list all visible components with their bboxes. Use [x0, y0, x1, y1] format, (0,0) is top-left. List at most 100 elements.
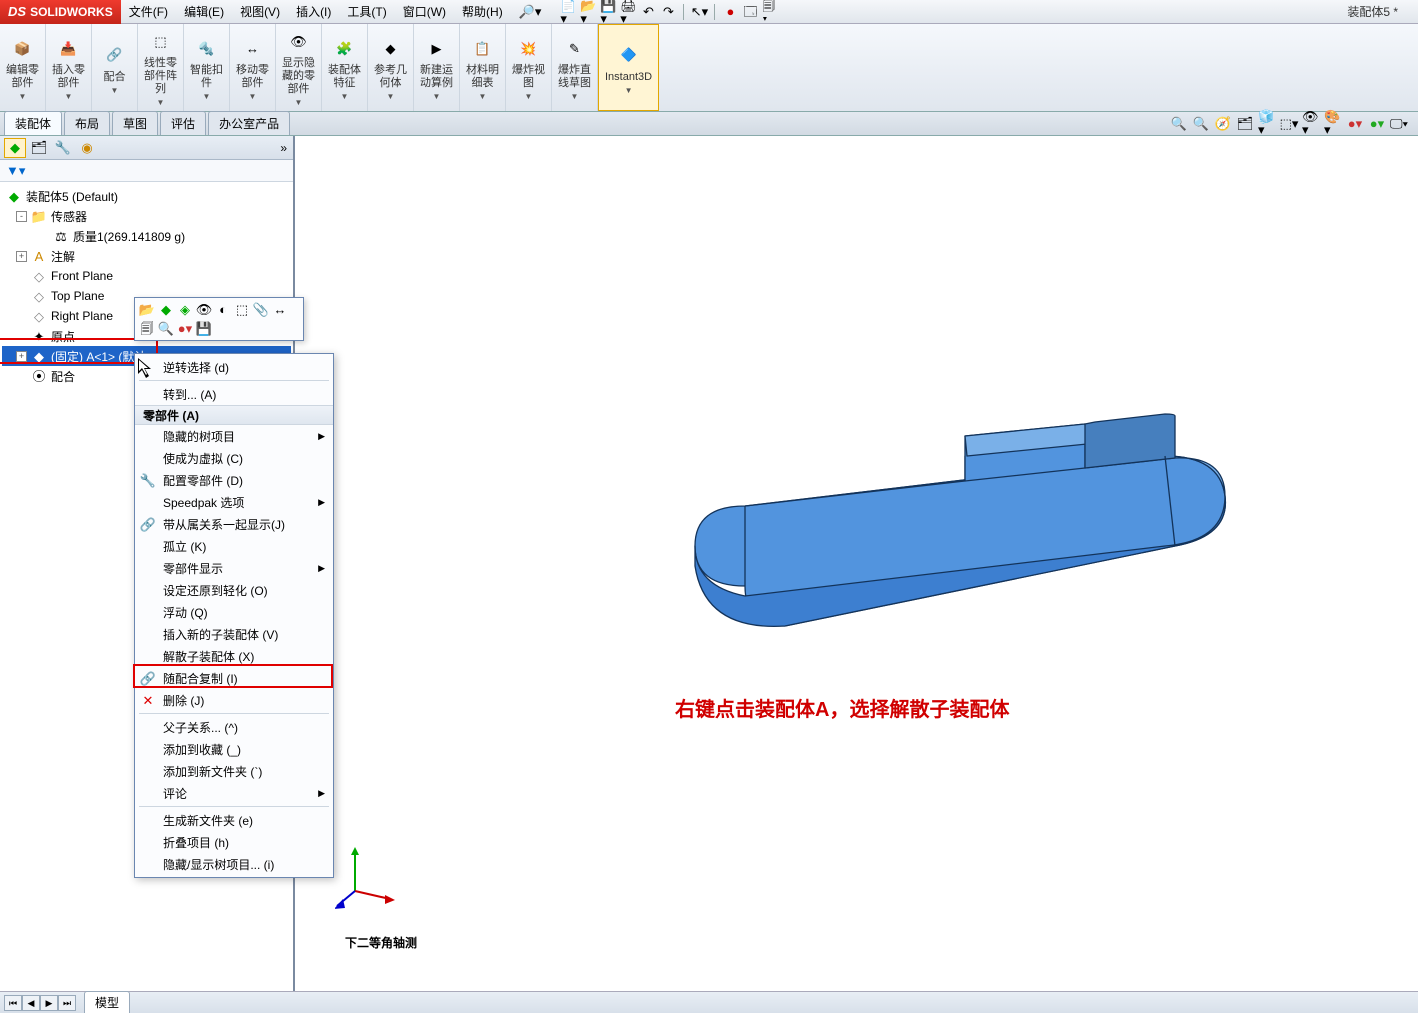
- ctx-appear-icon[interactable]: ●▾: [177, 320, 193, 336]
- delete-icon: ✕: [140, 692, 156, 708]
- ctx-goto[interactable]: 转到... (A): [135, 383, 333, 405]
- menu-tools[interactable]: 工具(T): [339, 0, 394, 24]
- tab-sketch[interactable]: 草图: [112, 111, 158, 135]
- ribbon-线性零部件阵列[interactable]: ⬚线性零 部件阵 列▼: [138, 24, 184, 111]
- tab-office[interactable]: 办公室产品: [208, 111, 290, 135]
- ctx-add-to-folder[interactable]: 添加到新文件夹 (`): [135, 760, 333, 782]
- tab-assembly[interactable]: 装配体: [4, 111, 62, 135]
- fm-config-icon[interactable]: 🔧: [52, 138, 74, 158]
- menu-file[interactable]: 文件(F): [121, 0, 176, 24]
- menu-insert[interactable]: 插入(I): [288, 0, 339, 24]
- appearance-icon[interactable]: ●▾: [1346, 114, 1364, 132]
- ctx-add-favorites[interactable]: 添加到收藏 (_): [135, 738, 333, 760]
- tree-front-plane[interactable]: ◇Front Plane: [2, 266, 291, 286]
- ctx-comments[interactable]: 评论▶: [135, 782, 333, 804]
- print-icon[interactable]: 🖨▾: [619, 3, 637, 21]
- menu-window[interactable]: 窗口(W): [395, 0, 454, 24]
- settings-icon[interactable]: 🗐▾: [761, 3, 779, 21]
- bottom-tab-model[interactable]: 模型: [84, 991, 130, 1013]
- ribbon-编辑零部件[interactable]: 📦编辑零 部件▼: [0, 24, 46, 111]
- ribbon-参考几何体[interactable]: ◆参考几 何体▼: [368, 24, 414, 111]
- ctx-parent-child[interactable]: 父子关系... (^): [135, 716, 333, 738]
- menu-view[interactable]: 视图(V): [232, 0, 288, 24]
- ribbon-材料明细表[interactable]: 📋材料明 细表▼: [460, 24, 506, 111]
- tab-evaluate[interactable]: 评估: [160, 111, 206, 135]
- capture-icon[interactable]: 🖵▾: [1390, 114, 1408, 132]
- section-icon[interactable]: 🗂: [1236, 114, 1254, 132]
- ctx-show-with-dependents[interactable]: 🔗带从属关系一起显示(J): [135, 513, 333, 535]
- ribbon-移动零部件[interactable]: ↔移动零 部件▼: [230, 24, 276, 111]
- ctx-hide-icon[interactable]: 👁: [196, 301, 212, 317]
- menu-search-icon[interactable]: 🔎▾: [511, 0, 550, 24]
- ribbon-装配体特征[interactable]: 🧩装配体 特征▼: [322, 24, 368, 111]
- ribbon-爆炸视图[interactable]: 💥爆炸视 图▼: [506, 24, 552, 111]
- ribbon-显示隐藏的零部件[interactable]: 👁显示隐 藏的零 部件▼: [276, 24, 322, 111]
- scene-icon[interactable]: 🎨▾: [1324, 114, 1342, 132]
- ctx-edit-icon[interactable]: ◆: [158, 301, 174, 317]
- fm-tree-icon[interactable]: ◆: [4, 138, 26, 158]
- new-icon[interactable]: 📄▾: [559, 3, 577, 21]
- ribbon-配合[interactable]: 🔗配合▼: [92, 24, 138, 111]
- select-icon[interactable]: ↖▾: [690, 3, 708, 21]
- ctx-isolate[interactable]: 孤立 (K): [135, 535, 333, 557]
- rebuild-icon[interactable]: ●: [721, 3, 739, 21]
- options-icon[interactable]: 🗔: [741, 3, 759, 21]
- tree-mass[interactable]: ⚖质量1(269.141809 g): [2, 226, 291, 246]
- ctx-move-icon[interactable]: ↔: [272, 301, 288, 317]
- nav-next-icon[interactable]: ▶: [40, 995, 58, 1011]
- ctx-configure-component[interactable]: 🔧配置零部件 (D): [135, 469, 333, 491]
- ctx-create-folder[interactable]: 生成新文件夹 (e): [135, 809, 333, 831]
- redo-icon[interactable]: ↷: [659, 3, 677, 21]
- nav-last-icon[interactable]: ⏭: [58, 995, 76, 1011]
- ctx-delete[interactable]: ✕删除 (J): [135, 689, 333, 711]
- prev-view-icon[interactable]: 🧭: [1214, 114, 1232, 132]
- view-orient-icon[interactable]: 🧊▾: [1258, 114, 1276, 132]
- ctx-edit2-icon[interactable]: ◈: [177, 301, 193, 317]
- ribbon-Instant3D[interactable]: 🔷Instant3D▼: [598, 24, 659, 111]
- open-icon[interactable]: 📂▾: [579, 3, 597, 21]
- collapse-icon[interactable]: »: [280, 141, 287, 155]
- ctx-component-display[interactable]: 零部件显示▶: [135, 557, 333, 579]
- fm-dim-icon[interactable]: ◉: [76, 138, 98, 158]
- ctx-transp-icon[interactable]: ◐: [215, 301, 231, 317]
- nav-first-icon[interactable]: ⏮: [4, 995, 22, 1011]
- ctx-zoom-icon[interactable]: 🔍: [158, 320, 174, 336]
- tree-filter[interactable]: ▼▾: [0, 160, 293, 182]
- ctx-hide-show-tree[interactable]: 隐藏/显示树项目... (i): [135, 853, 333, 875]
- fm-property-icon[interactable]: 🗂: [28, 138, 50, 158]
- ribbon-插入零部件[interactable]: 📥插入零 部件▼: [46, 24, 92, 111]
- ctx-copy-icon[interactable]: 🗐: [139, 320, 155, 336]
- save-icon[interactable]: 💾▾: [599, 3, 617, 21]
- undo-icon[interactable]: ↶: [639, 3, 657, 21]
- ribbon-爆炸直线草图[interactable]: ✎爆炸直 线草图▼: [552, 24, 598, 111]
- menu-help[interactable]: 帮助(H): [454, 0, 511, 24]
- ctx-collapse-items[interactable]: 折叠项目 (h): [135, 831, 333, 853]
- ctx-hidden-tree-items[interactable]: 隐藏的树项目▶: [135, 425, 333, 447]
- hide-show-icon[interactable]: 👁▾: [1302, 114, 1320, 132]
- ctx-insert-subassembly[interactable]: 插入新的子装配体 (V): [135, 623, 333, 645]
- render-icon[interactable]: ●▾: [1368, 114, 1386, 132]
- display-style-icon[interactable]: ⬚▾: [1280, 114, 1298, 132]
- tree-sensors[interactable]: -📁传感器: [2, 206, 291, 226]
- zoom-fit-icon[interactable]: 🔍: [1170, 114, 1188, 132]
- ctx-dissolve-subassembly[interactable]: 解散子装配体 (X): [135, 645, 333, 667]
- nav-prev-icon[interactable]: ◀: [22, 995, 40, 1011]
- ribbon-新建运动算例[interactable]: ▶新建运 动算例▼: [414, 24, 460, 111]
- ctx-speedpak[interactable]: Speedpak 选项▶: [135, 491, 333, 513]
- menu-edit[interactable]: 编辑(E): [176, 0, 232, 24]
- ctx-invert-selection[interactable]: 逆转选择 (d): [135, 356, 333, 378]
- ctx-make-virtual[interactable]: 使成为虚拟 (C): [135, 447, 333, 469]
- ctx-save-icon[interactable]: 💾: [196, 320, 212, 336]
- tab-layout[interactable]: 布局: [64, 111, 110, 135]
- ribbon-智能扣件[interactable]: 🔩智能扣 件▼: [184, 24, 230, 111]
- tree-root[interactable]: ◆装配体5 (Default): [2, 186, 291, 206]
- tree-annotations[interactable]: +A注解: [2, 246, 291, 266]
- ctx-set-lightweight[interactable]: 设定还原到轻化 (O): [135, 579, 333, 601]
- ctx-open-icon[interactable]: 📂: [139, 301, 155, 317]
- ctx-suppress-icon[interactable]: ⬚: [234, 301, 250, 317]
- zoom-area-icon[interactable]: 🔍: [1192, 114, 1210, 132]
- ctx-fix-icon[interactable]: 📎: [253, 301, 269, 317]
- ctx-copy-with-mates[interactable]: 🔗随配合复制 (I): [135, 667, 333, 689]
- ctx-float[interactable]: 浮动 (Q): [135, 601, 333, 623]
- graphics-viewport[interactable]: 右键点击装配体A，选择解散子装配体 下二等角轴测: [295, 136, 1418, 991]
